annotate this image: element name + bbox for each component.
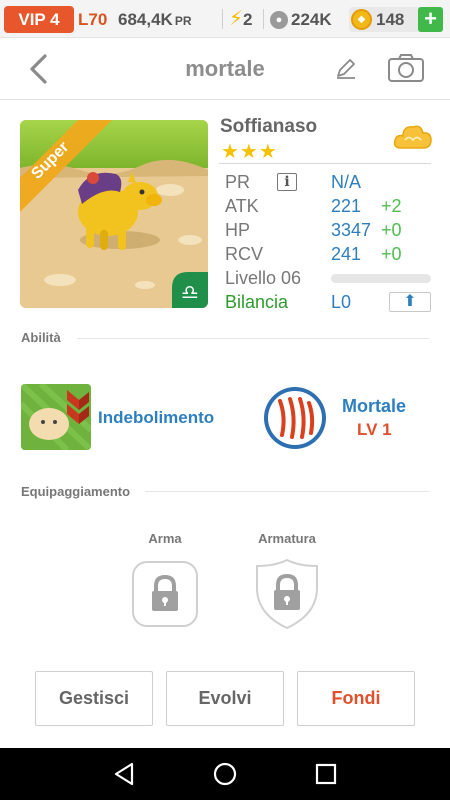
paw-counter[interactable]: ● 224K [270, 6, 332, 33]
paw-icon: ● [270, 11, 288, 29]
camera-button[interactable] [387, 53, 425, 83]
divider [145, 491, 429, 492]
stat-row-pr: PR i N/A [219, 170, 431, 194]
level-row: Livello 06 [219, 266, 431, 290]
power-unit: PR [174, 14, 192, 28]
element-cloud-icon [393, 122, 433, 152]
abilities-heading: Abilità [21, 330, 61, 345]
chevron-left-icon [30, 54, 47, 84]
stat-bonus: +0 [381, 244, 402, 264]
weapon-slot[interactable] [131, 560, 199, 633]
stat-label: ATK [225, 196, 259, 216]
camera-icon [388, 54, 424, 82]
skill-name[interactable]: Indebolimento [98, 408, 214, 428]
stats-panel: PR i N/A ATK 221 +2 HP 3347 +0 RCV 241 +… [219, 165, 431, 312]
merge-button[interactable]: Fondi [297, 671, 415, 726]
libra-icon: ♎ [181, 280, 199, 304]
power-counter: 684,4K PR [118, 6, 192, 33]
balance-value: L0 [331, 292, 352, 312]
stat-bonus: +2 [381, 196, 402, 216]
stat-row-hp: HP 3347 +0 [219, 218, 431, 242]
balance-label: Bilancia [225, 292, 289, 312]
equipment-heading: Equipaggiamento [21, 484, 131, 499]
back-triangle-icon[interactable] [112, 761, 138, 787]
paw-value: 224K [291, 10, 332, 29]
pet-name: Soffianaso [220, 116, 318, 137]
stat-value: 221 [331, 196, 362, 216]
vip-badge[interactable]: VIP 4 [4, 6, 74, 33]
pet-portrait[interactable]: Super ♎ [20, 120, 208, 308]
system-nav-bar [0, 748, 450, 800]
divider [222, 9, 223, 29]
info-icon[interactable]: i [277, 173, 297, 191]
level-label: Livello 06 [225, 268, 302, 288]
stat-label: RCV [225, 244, 264, 264]
home-circle-icon[interactable] [212, 761, 238, 787]
arrow-up-icon: ⬆ [403, 293, 417, 310]
stat-value: 3347 [331, 220, 372, 240]
level-progress-bar [331, 274, 431, 283]
armor-label: Armatura [258, 531, 316, 546]
mortal-skill-level: LV 1 [357, 420, 392, 439]
lock-icon [132, 561, 198, 627]
evolve-button[interactable]: Evolvi [166, 671, 284, 726]
mortal-skill-name[interactable]: Mortale [342, 396, 406, 417]
divider [77, 338, 429, 339]
divider [219, 163, 431, 164]
mortal-claw-icon[interactable] [262, 385, 328, 451]
power-value: 684,4K [118, 10, 173, 29]
lock-icon [256, 558, 318, 630]
star-rating: ★★★ [221, 141, 278, 163]
coin-icon: ◆ [351, 9, 372, 30]
energy-counter[interactable]: ⚡2 [229, 6, 253, 33]
add-coins-button[interactable]: + [418, 7, 443, 32]
lightning-icon: ⚡ [229, 8, 244, 30]
status-bar: VIP 4 L70 684,4K PR ⚡2 ● 224K ◆ 148 + [0, 0, 450, 38]
stat-row-rcv: RCV 241 +0 [219, 242, 431, 266]
pencil-icon [337, 59, 355, 79]
armor-slot[interactable] [255, 558, 319, 635]
stat-label: PR [225, 172, 251, 192]
stat-label: HP [225, 220, 251, 240]
balance-row: Bilancia L0 ⬆ [219, 290, 431, 314]
skill-weaken-icon[interactable] [21, 384, 91, 450]
weapon-label: Arma [148, 531, 182, 546]
upgrade-button[interactable]: ⬆ [389, 292, 431, 312]
recents-square-icon[interactable] [313, 761, 339, 787]
energy-value: 2 [243, 10, 253, 29]
divider [263, 9, 264, 29]
stat-bonus: +0 [381, 220, 402, 240]
stat-value: 241 [331, 244, 362, 264]
pet-illustration [20, 120, 208, 308]
manage-button[interactable]: Gestisci [35, 671, 153, 726]
coin-counter[interactable]: ◆ 148 + [349, 7, 443, 32]
nav-bar: mortale [0, 38, 450, 100]
stat-row-atk: ATK 221 +2 [219, 194, 431, 218]
player-level: L70 [78, 10, 108, 29]
stat-value: N/A [331, 172, 362, 192]
back-button[interactable] [24, 52, 54, 86]
edit-button[interactable] [333, 56, 359, 82]
coin-value: 148 [376, 10, 405, 29]
page-title: mortale [185, 56, 265, 81]
